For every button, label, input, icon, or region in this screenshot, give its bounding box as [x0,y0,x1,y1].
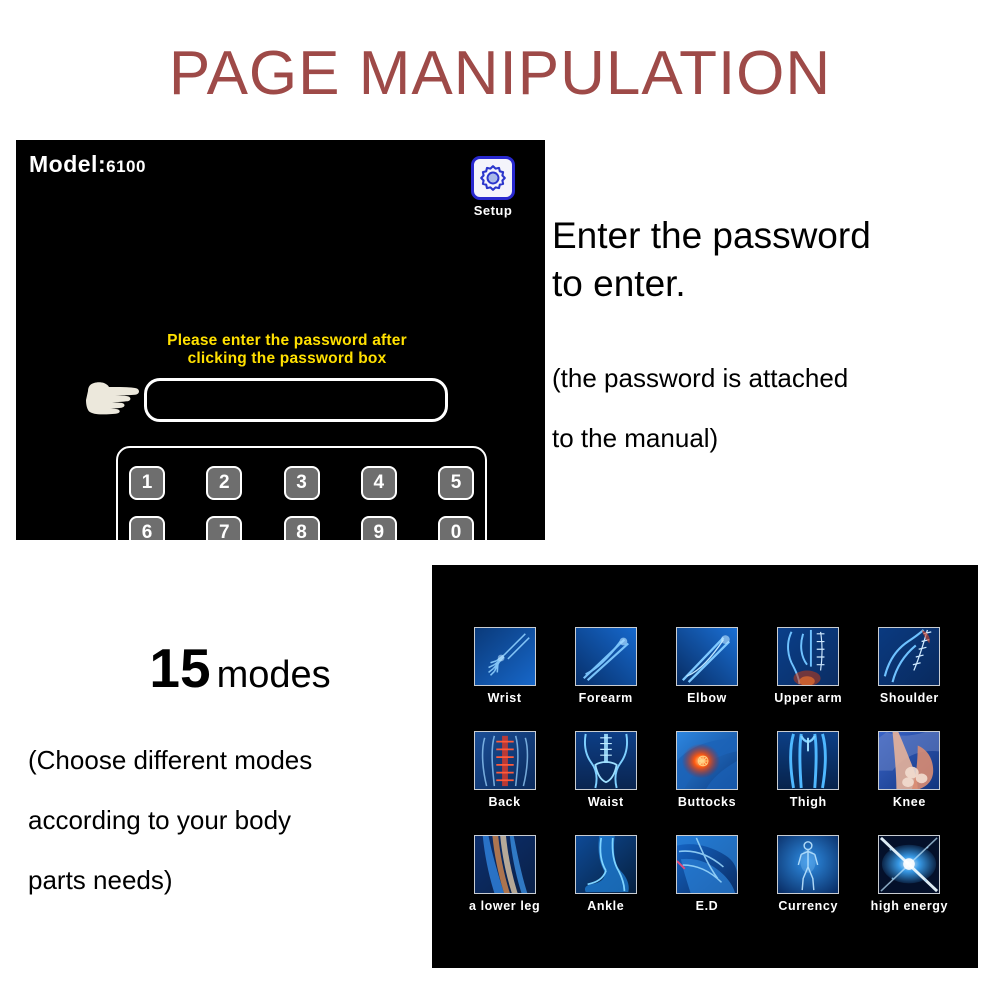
instruction-line-2: clicking the password box [187,350,387,367]
key-4[interactable]: 4 [360,466,397,500]
enter-note-line-1: (the password is attached [552,363,849,393]
mode-label: Forearm [578,691,633,705]
mode-label: Knee [892,795,926,809]
mode-item-back[interactable]: Back [454,731,555,833]
mode-label: E.D [695,899,719,913]
xray-buttocks-icon[interactable] [675,731,738,790]
key-6[interactable]: 6 [129,516,165,540]
modes-note: (Choose different modes according to you… [28,730,428,910]
key-8[interactable]: 8 [283,516,320,540]
mode-label: Thigh [789,795,827,809]
xray-waist-icon[interactable] [574,731,637,790]
enter-heading-line-1: Enter the password [552,215,871,256]
enter-password-heading: Enter the password to enter. [552,212,972,308]
modes-grid: Wrist Forearm Elbow Upper arm Shoulder B… [454,627,960,937]
key-9[interactable]: 9 [360,516,397,540]
xray-lower-leg-icon[interactable] [473,835,536,894]
key-1[interactable]: 1 [129,466,165,500]
xray-ed-icon[interactable] [675,835,738,894]
key-3[interactable]: 3 [283,466,320,500]
mode-item-wrist[interactable]: Wrist [454,627,555,729]
modes-note-line-2: according to your body [28,805,292,835]
mode-item-knee[interactable]: Knee [859,731,960,833]
setup-button[interactable]: Setup [467,156,519,218]
gear-icon[interactable] [471,156,515,200]
model-prefix: Model: [29,151,107,177]
pointing-hand-icon [76,371,142,423]
modes-count-number: 15 [149,637,211,699]
enter-note-line-2: to the manual) [552,423,719,453]
page-title: PAGE MANIPULATION [168,39,832,108]
mode-label: Waist [587,795,624,809]
modes-grid-panel: Wrist Forearm Elbow Upper arm Shoulder B… [432,565,978,968]
mode-item-elbow[interactable]: Elbow [656,627,757,729]
setup-label: Setup [473,203,513,218]
xray-currency-icon[interactable] [777,835,840,894]
mode-item-currency[interactable]: Currency [758,835,859,937]
xray-elbow-icon[interactable] [675,627,738,686]
xray-ankle-icon[interactable] [574,835,637,894]
enter-password-note: (the password is attached to the manual) [552,348,982,468]
model-value: 6100 [106,157,146,176]
key-5[interactable]: 5 [438,466,474,500]
keypad-row-1: 1 2 3 4 5 [129,458,474,508]
password-instruction: Please enter the password after clicking… [122,332,452,368]
modes-count-heading: 15 modes [60,636,420,700]
device-screen-panel: Model:6100 Setup Please enter the passwo… [16,140,545,540]
mode-label: Upper arm [774,691,843,705]
mode-item-upper-arm[interactable]: Upper arm [758,627,859,729]
mode-label: Buttocks [677,795,737,809]
mode-item-thigh[interactable]: Thigh [758,731,859,833]
instruction-line-1: Please enter the password after [167,332,407,349]
mode-label: a lower leg [468,899,541,913]
mode-label: Shoulder [879,691,939,705]
mode-label: Wrist [487,691,522,705]
mode-item-buttocks[interactable]: Buttocks [656,731,757,833]
mode-label: Ankle [587,899,625,913]
key-0[interactable]: 0 [438,516,474,540]
mode-item-ed[interactable]: E.D [656,835,757,937]
xray-knee-icon[interactable] [878,731,941,790]
mode-item-waist[interactable]: Waist [555,731,656,833]
mode-item-shoulder[interactable]: Shoulder [859,627,960,729]
mode-item-forearm[interactable]: Forearm [555,627,656,729]
password-input[interactable] [144,378,448,422]
keypad-row-2: 6 7 8 9 0 [129,508,474,540]
mode-item-ankle[interactable]: Ankle [555,835,656,937]
key-2[interactable]: 2 [206,466,243,500]
xray-forearm-icon[interactable] [574,627,637,686]
modes-note-line-3: parts needs) [28,865,173,895]
model-label: Model:6100 [29,151,146,178]
xray-back-icon[interactable] [473,731,536,790]
modes-note-line-1: (Choose different modes [28,745,313,775]
xray-wrist-icon[interactable] [473,627,536,686]
xray-shoulder-icon[interactable] [878,627,941,686]
enter-heading-line-2: to enter. [552,263,686,304]
mode-label: Currency [778,899,839,913]
mode-label: Elbow [687,691,727,705]
mode-label: high energy [870,899,949,913]
mode-label: Back [488,795,521,809]
key-7[interactable]: 7 [206,516,243,540]
modes-count-word: modes [216,654,331,696]
mode-item-a-lower-leg[interactable]: a lower leg [454,835,555,937]
numeric-keypad: 1 2 3 4 5 6 7 8 9 0 [116,446,487,540]
mode-item-high-energy[interactable]: high energy [859,835,960,937]
high-energy-icon[interactable] [878,835,941,894]
xray-thigh-icon[interactable] [777,731,840,790]
xray-upper-arm-icon[interactable] [777,627,840,686]
